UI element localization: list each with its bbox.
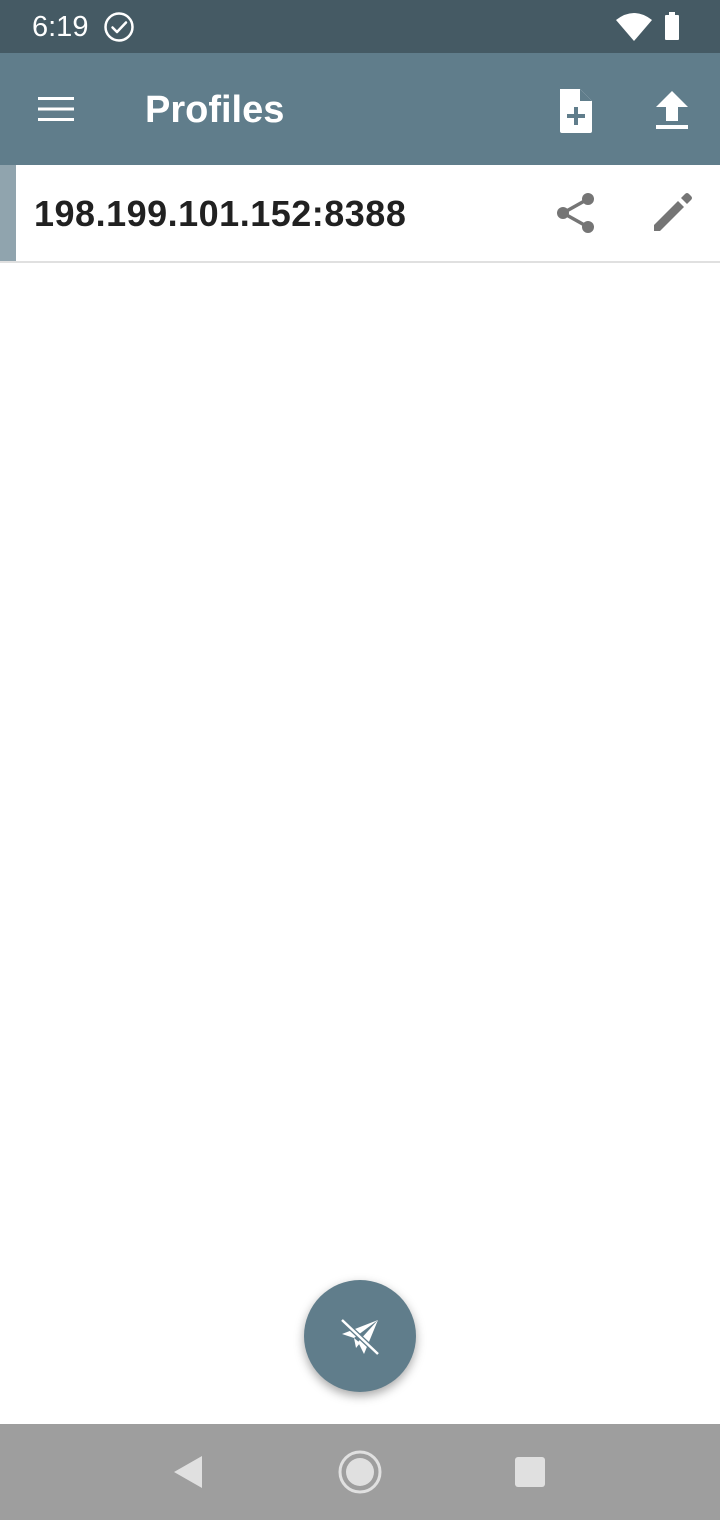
add-profile-button[interactable] xyxy=(548,83,604,139)
selected-indicator xyxy=(0,165,16,261)
status-time: 6:19 xyxy=(32,11,89,43)
import-icon xyxy=(656,91,688,129)
disconnected-paper-plane-icon xyxy=(340,1318,380,1356)
profile-name: 198.199.101.152:8388 xyxy=(34,193,407,234)
add-profile-icon xyxy=(560,89,592,133)
recents-button[interactable] xyxy=(504,1446,556,1498)
home-button[interactable] xyxy=(334,1446,386,1498)
check-circle-icon xyxy=(104,12,134,42)
profile-list-item[interactable]: 198.199.101.152:8388 xyxy=(0,165,720,263)
share-icon xyxy=(557,193,594,233)
back-button[interactable] xyxy=(168,1446,220,1498)
share-button[interactable] xyxy=(550,187,602,239)
status-bar: 6:19 xyxy=(0,0,720,53)
wifi-icon xyxy=(616,13,652,41)
app-bar: Profiles xyxy=(0,53,720,165)
system-nav-bar xyxy=(0,1424,720,1520)
edit-icon xyxy=(654,193,692,231)
page-title: Profiles xyxy=(145,89,285,131)
connect-fab[interactable] xyxy=(304,1280,416,1392)
battery-icon xyxy=(665,12,679,40)
edit-button[interactable] xyxy=(646,187,698,239)
home-icon xyxy=(338,1450,382,1494)
recents-icon xyxy=(515,1457,545,1487)
menu-button[interactable] xyxy=(26,85,86,133)
menu-icon xyxy=(38,97,74,121)
back-icon xyxy=(174,1456,202,1488)
import-button[interactable] xyxy=(644,83,700,139)
